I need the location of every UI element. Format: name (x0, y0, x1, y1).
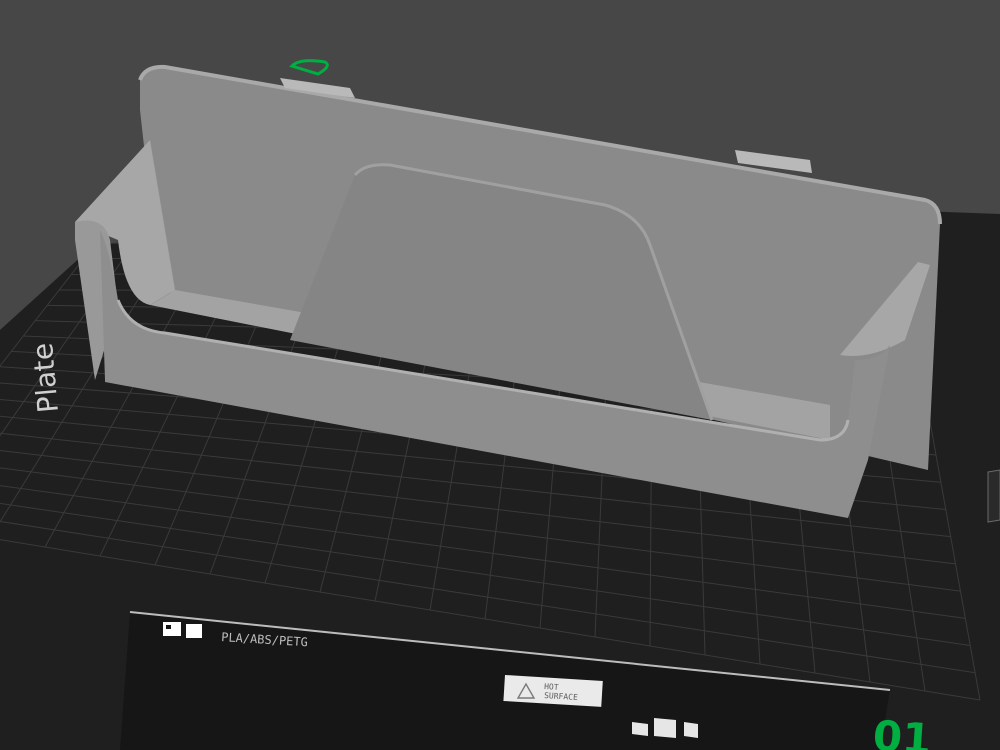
3d-viewport[interactable]: Plate PLA/ABS/PETG HOT SURFACE 01 (0, 0, 1000, 750)
plate-side-text: Plate (26, 342, 65, 415)
right-edge-marker (987, 469, 1000, 523)
plate-marker-icon (289, 59, 329, 76)
plate-number: 01 (871, 711, 933, 750)
grid-icon (163, 622, 181, 636)
grid-icon-cells (166, 625, 171, 629)
scene-canvas[interactable]: Plate PLA/ABS/PETG HOT SURFACE 01 (0, 0, 1000, 750)
plate-type-icon (186, 624, 202, 638)
